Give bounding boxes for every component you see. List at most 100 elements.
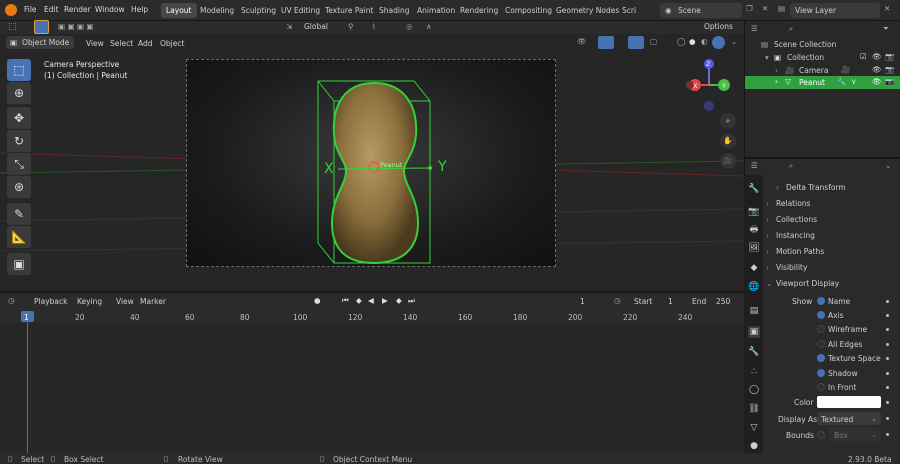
keyframe-dot[interactable]	[886, 386, 889, 389]
current-frame-field[interactable]: 1	[580, 297, 585, 306]
outliner-row-peanut[interactable]: › ▽ Peanut 🔧 ⋎ 👁 📷	[745, 76, 900, 89]
menu-select[interactable]: Select	[110, 39, 133, 48]
properties-editor-icon[interactable]: ☰	[751, 161, 758, 170]
select-tool-icon[interactable]: ⬚	[7, 59, 31, 81]
menu-add[interactable]: Add	[138, 39, 153, 48]
3d-viewport[interactable]: X Y Peanut Camera Perspective (1) Collec…	[0, 51, 744, 291]
show-axis-checkbox[interactable]	[817, 311, 825, 319]
pan-icon[interactable]: ✋	[720, 133, 736, 149]
next-key-icon[interactable]: ◆	[396, 296, 402, 305]
menu-render[interactable]: Render	[64, 5, 91, 14]
pivot-icon[interactable]: ⚲	[348, 22, 354, 31]
keyframe-dot[interactable]	[886, 314, 889, 317]
shading-dropdown-icon[interactable]: ⌄	[731, 37, 737, 46]
scene-selector[interactable]: ◉ Scene	[660, 3, 742, 18]
tab-texture-paint[interactable]: Texture Paint	[320, 3, 378, 18]
move-tool-icon[interactable]: ✥	[7, 107, 31, 129]
tab-layout[interactable]: Layout	[161, 3, 197, 18]
visibility-icon[interactable]: 👁	[577, 37, 587, 46]
add-cube-tool-icon[interactable]: ▣	[7, 253, 31, 275]
zoom-icon[interactable]: ⌕	[720, 113, 736, 129]
xray-icon[interactable]: ▢	[650, 37, 657, 46]
properties-options-icon[interactable]: ⌄	[885, 161, 891, 170]
peanut-visibility-icon[interactable]: 👁	[872, 77, 882, 86]
section-delta-transform[interactable]: › Delta Transform	[776, 183, 846, 192]
selection-mode-icons[interactable]: ▣ ▣ ▣ ▣	[58, 22, 94, 31]
play-reverse-icon[interactable]: ◀	[368, 296, 374, 305]
rotate-tool-icon[interactable]: ↻	[7, 130, 31, 152]
section-relations[interactable]: › Relations	[766, 199, 810, 208]
peanut-render-icon[interactable]: 📷	[885, 77, 894, 86]
blender-logo-icon[interactable]	[5, 4, 17, 16]
tab-rendering[interactable]: Rendering	[455, 3, 503, 18]
shading-wireframe-icon[interactable]: ◯	[677, 37, 685, 46]
outliner-editor-icon[interactable]: ☰	[751, 24, 758, 33]
menu-view[interactable]: View	[86, 39, 104, 48]
collection-render-icon[interactable]: 📷	[885, 52, 894, 61]
scene-tab-icon[interactable]: ◆	[748, 262, 760, 274]
start-field[interactable]: 1	[668, 297, 673, 306]
show-shadow-checkbox[interactable]	[817, 369, 825, 377]
modifier-icon[interactable]: 🔧	[837, 77, 846, 86]
show-in-front-checkbox[interactable]	[817, 383, 825, 391]
preview-range-icon[interactable]: ◷	[614, 296, 621, 305]
color-swatch[interactable]	[817, 396, 881, 408]
camera-visibility-icon[interactable]: 👁	[872, 65, 882, 74]
view-layer-selector[interactable]: View Layer	[790, 3, 880, 18]
menu-marker[interactable]: Marker	[140, 297, 166, 306]
collection-checkbox-icon[interactable]: ☑	[860, 52, 867, 61]
camera-expand-icon[interactable]: ›	[775, 66, 778, 75]
scene-delete-icon[interactable]: ✕	[762, 4, 768, 13]
data-tab-icon[interactable]: ▽	[748, 422, 760, 434]
section-viewport-display[interactable]: ⌄ Viewport Display	[766, 279, 839, 288]
tool-tab-icon[interactable]: 🔧	[748, 183, 760, 195]
material-tab-icon[interactable]: ●	[748, 440, 760, 452]
camera-render-icon[interactable]: 📷	[885, 65, 894, 74]
falloff-icon[interactable]: ∧	[426, 22, 432, 31]
view-layer-tab-icon[interactable]: 🖼	[748, 242, 760, 254]
bounds-dropdown[interactable]: Box ⌄	[829, 428, 881, 441]
camera-label[interactable]: Camera	[799, 66, 828, 75]
shading-solid-icon[interactable]: ●	[689, 37, 696, 46]
transform-tool-icon[interactable]: ⊛	[7, 176, 31, 198]
object-tab-icon[interactable]: ▣	[748, 326, 760, 338]
keyframe-dot[interactable]	[886, 433, 889, 436]
show-name-checkbox[interactable]	[817, 297, 825, 305]
jump-end-icon[interactable]: ⏭	[408, 296, 415, 306]
tab-sculpting[interactable]: Sculpting	[236, 3, 281, 18]
keyframe-dot[interactable]	[886, 357, 889, 360]
options-dropdown[interactable]: Options	[704, 22, 733, 31]
menu-window[interactable]: Window	[95, 5, 125, 14]
overlay-toggle-icon[interactable]	[628, 36, 644, 49]
tab-shading[interactable]: Shading	[374, 3, 414, 18]
section-motion-paths[interactable]: › Motion Paths	[766, 247, 824, 256]
editor-type-icon[interactable]: ⬚	[8, 22, 17, 32]
outliner-filter-icon[interactable]: ⏷	[883, 24, 889, 34]
keyframe-dot[interactable]	[886, 401, 889, 404]
tab-scripting[interactable]: Scri	[617, 3, 641, 18]
section-instancing[interactable]: › Instancing	[766, 231, 815, 240]
bounds-checkbox[interactable]	[817, 431, 825, 439]
gizmo-toggle-icon[interactable]	[598, 36, 614, 49]
collection-label[interactable]: Collection	[787, 53, 824, 62]
keyframe-dot[interactable]	[886, 300, 889, 303]
scale-tool-icon[interactable]: ⤡	[7, 153, 31, 175]
snap-icon[interactable]: ⌇	[372, 22, 376, 31]
shading-material-icon[interactable]: ◐	[701, 37, 708, 46]
camera-data-icon[interactable]: 🎥	[841, 65, 850, 74]
world-tab-icon[interactable]: 🌐	[748, 281, 760, 293]
physics-tab-icon[interactable]: ◯	[748, 384, 760, 396]
annotate-tool-icon[interactable]: ✎	[7, 203, 31, 225]
jump-start-icon[interactable]: ⏮	[342, 296, 349, 306]
mesh-data-icon[interactable]: ⋎	[851, 77, 857, 86]
menu-file[interactable]: File	[24, 5, 37, 14]
view-layer-close-icon[interactable]: ✕	[884, 4, 890, 13]
properties-search-icon[interactable]: ⌕	[789, 161, 793, 171]
proportional-edit-icon[interactable]: ◎	[406, 22, 413, 31]
collection-visibility-icon[interactable]: 👁	[872, 52, 882, 61]
section-visibility[interactable]: › Visibility	[766, 263, 807, 272]
tab-animation[interactable]: Animation	[412, 3, 460, 18]
menu-object[interactable]: Object	[160, 39, 184, 48]
collection-expand-icon[interactable]: ▾	[765, 53, 769, 62]
keyframe-dot[interactable]	[886, 372, 889, 375]
